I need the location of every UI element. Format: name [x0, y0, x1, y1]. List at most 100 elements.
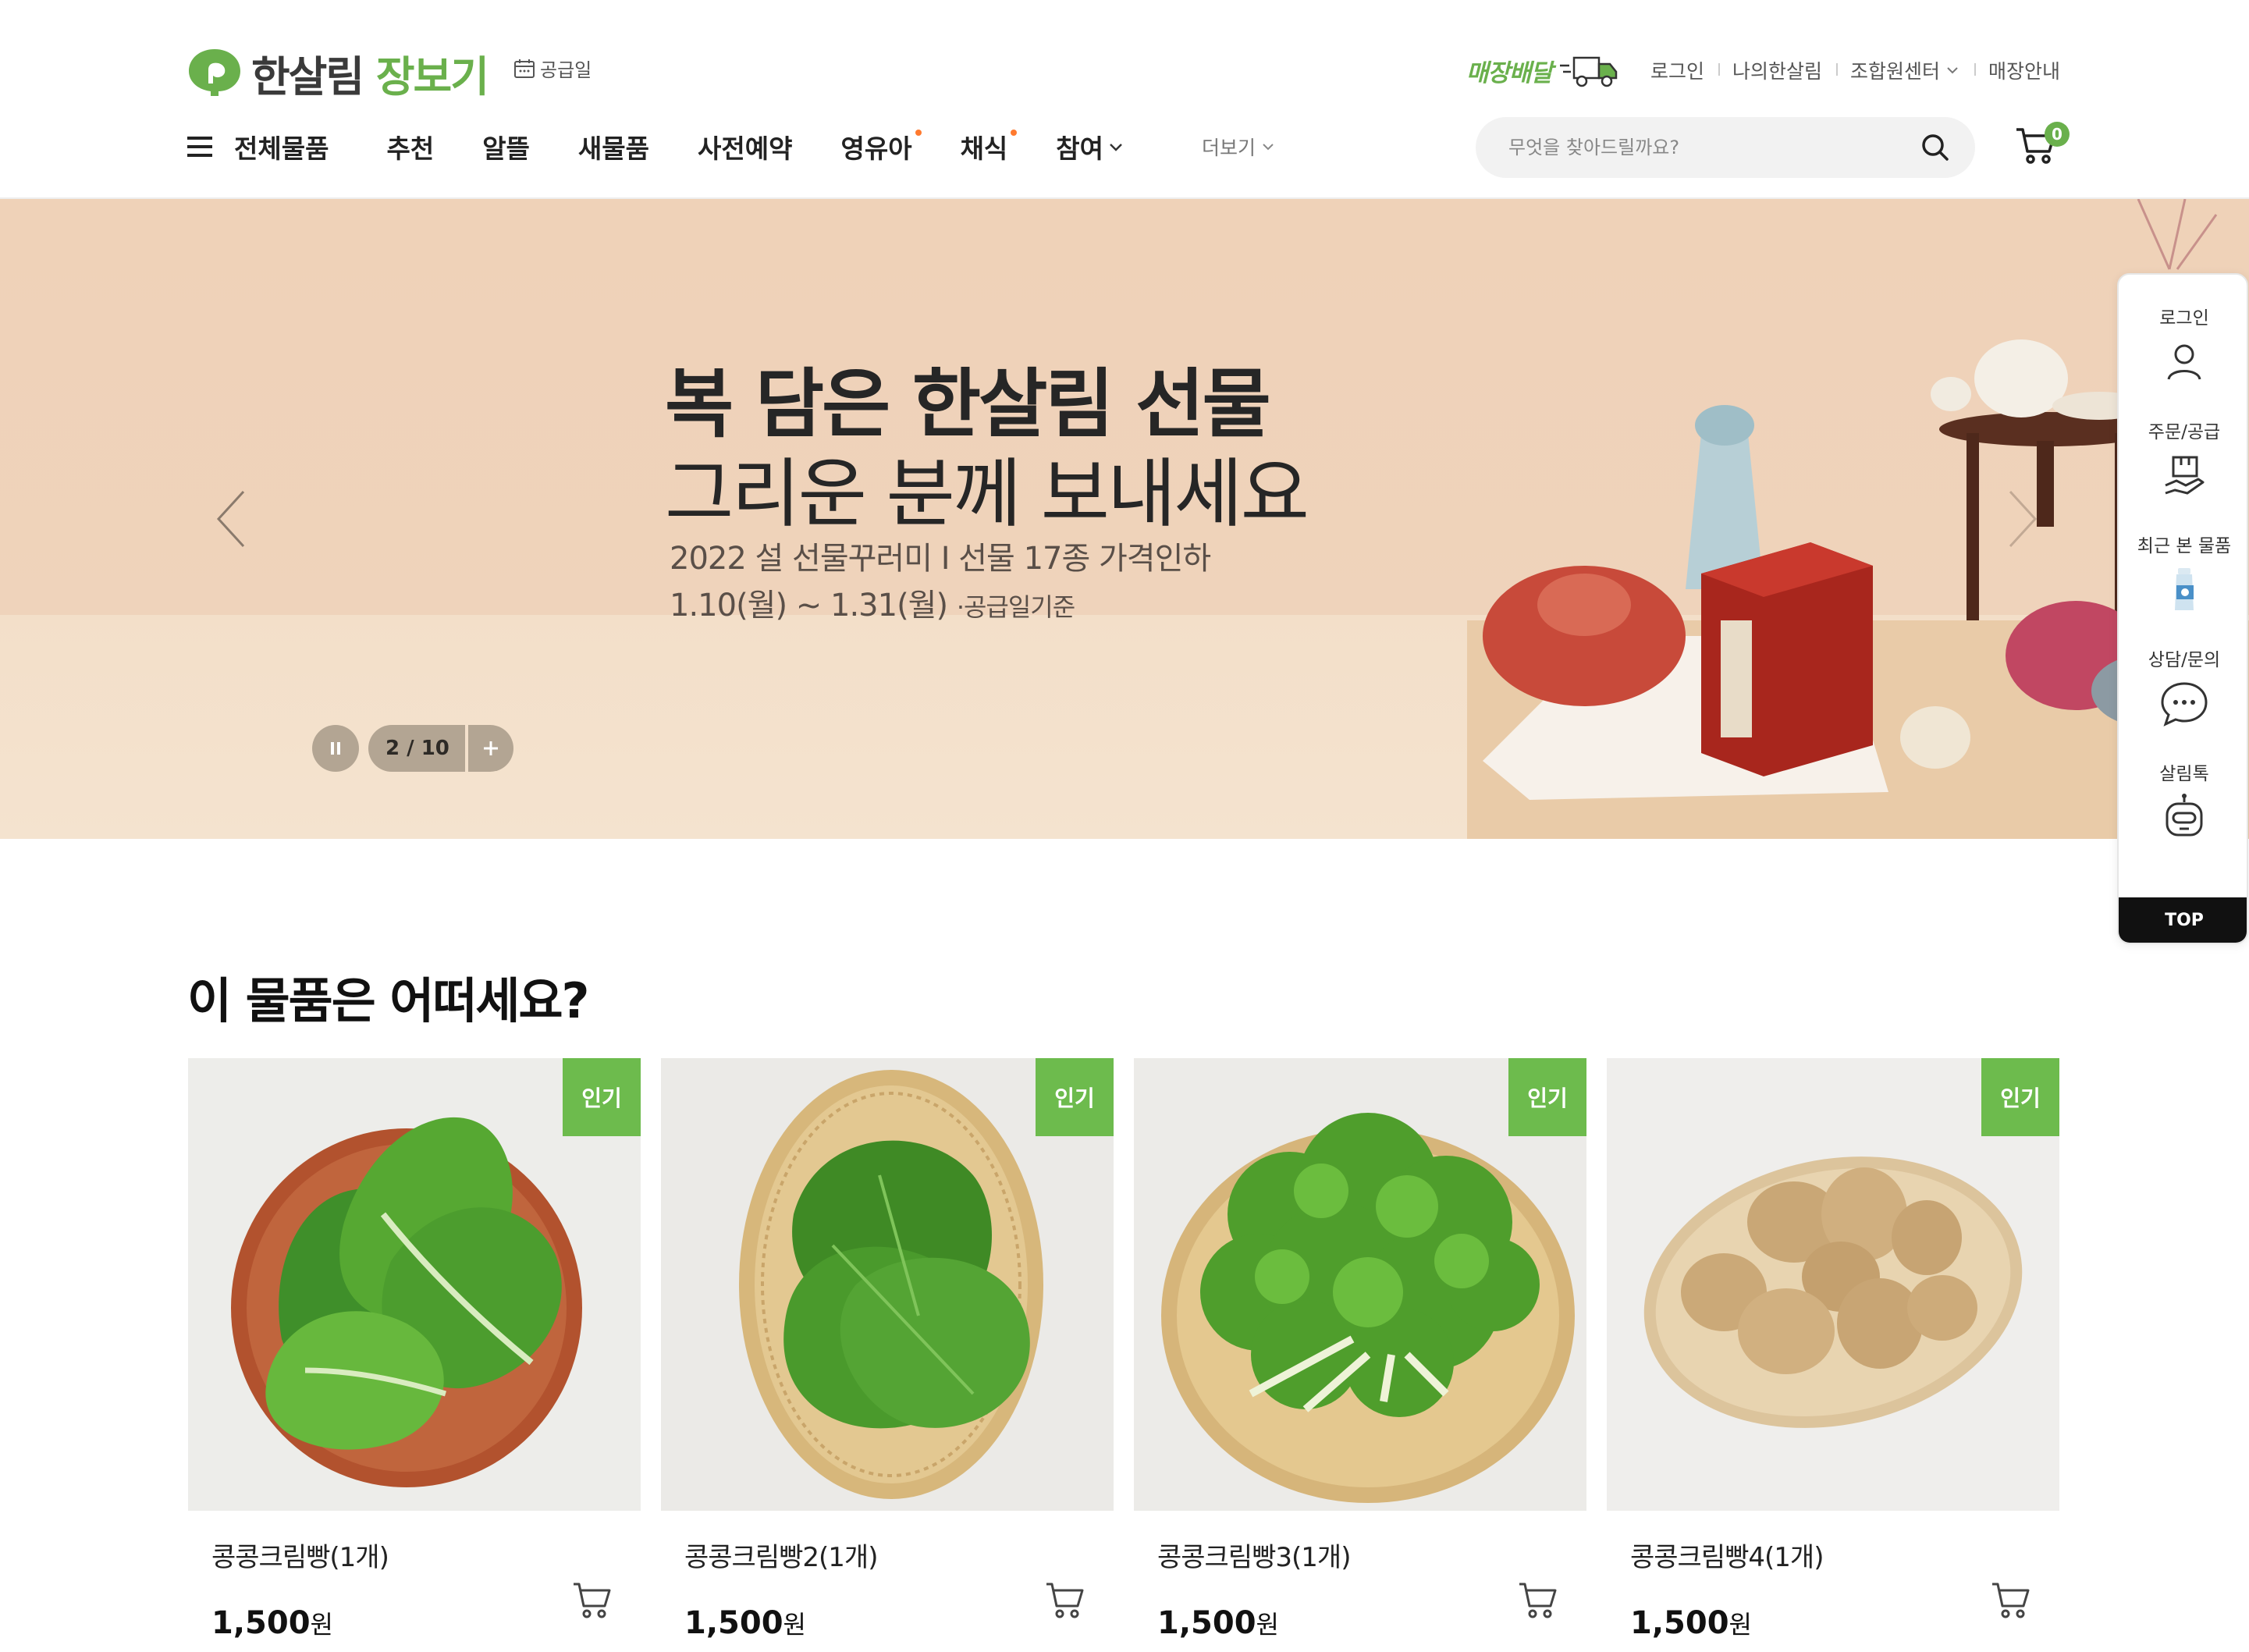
- quick-consult-label: 상담/문의: [2148, 650, 2221, 670]
- banner-next-button[interactable]: [1998, 484, 2045, 554]
- nav-more-dropdown[interactable]: 더보기: [1202, 133, 1276, 161]
- price-unit: 원: [310, 1610, 333, 1640]
- quick-consult[interactable]: 상담/문의: [2119, 645, 2247, 729]
- login-link[interactable]: 로그인: [1636, 56, 1718, 84]
- chevron-down-icon: [1947, 67, 1958, 74]
- nav-item-vegetarian[interactable]: 채식: [960, 128, 1018, 165]
- nav-item-recommend[interactable]: 추천: [386, 128, 434, 165]
- member-center-dropdown[interactable]: 조합원센터: [1835, 56, 1974, 84]
- quick-menu: 로그인 주문/공급 최근 본 물품 상담/문의 살림톡 TOP: [2117, 273, 2248, 944]
- add-to-cart-button[interactable]: [570, 1578, 614, 1622]
- banner-subtitle-line1: 2022 설 선물꾸러미 I 선물 17종 가격인하: [670, 541, 1211, 577]
- add-to-cart-button[interactable]: [1989, 1578, 2033, 1622]
- robot-chat-icon: [2166, 794, 2203, 837]
- nav-label: 영유아: [840, 133, 912, 164]
- banner-prev-button[interactable]: [209, 484, 256, 554]
- cart-icon: [1992, 1583, 2030, 1618]
- nav-more-label: 더보기: [1202, 137, 1256, 159]
- quick-salimtalk[interactable]: 살림톡: [2119, 758, 2247, 843]
- quick-salimtalk-label: 살림톡: [2159, 764, 2209, 784]
- new-dot-indicator: [1011, 130, 1018, 136]
- banner-title-line2: 그리운 분께 보내세요: [665, 450, 1309, 538]
- quick-order-label: 주문/공급: [2148, 422, 2221, 442]
- add-to-cart-button[interactable]: [1516, 1578, 1560, 1622]
- scroll-top-button[interactable]: TOP: [2119, 897, 2247, 943]
- nav-label: 채식: [960, 133, 1008, 164]
- chevron-down-icon: [1263, 144, 1274, 151]
- nav-item-new[interactable]: 새물품: [578, 128, 649, 165]
- product-list: 인기 콩콩크림빵(1개) 1,500원 인기 콩콩크림빵2(1개) 1,500원: [188, 1058, 2059, 1641]
- delivery-truck-icon: [1559, 56, 1618, 87]
- nav-label: 새물품: [577, 133, 650, 164]
- section-title: 이 물품은 어떠세요?: [187, 972, 589, 1029]
- store-delivery-label: 매장배달: [1466, 59, 1553, 87]
- logo[interactable]: 한살림 장보기: [187, 45, 489, 101]
- main-navigation: 전체물품 추천 알뜰 새물품 사전예약 영유아 채식 참여 더보기: [187, 125, 1276, 169]
- chevron-right-icon: [2009, 490, 2038, 548]
- popular-badge: 인기: [1036, 1058, 1114, 1136]
- product-image[interactable]: 인기: [1607, 1058, 2059, 1511]
- price-unit: 원: [783, 1610, 806, 1640]
- banner-subtitle-line2: 1.10(월) ~ 1.31(월) ·공급일기준: [670, 580, 1075, 625]
- search-input[interactable]: [1508, 137, 1919, 158]
- search-icon[interactable]: [1919, 131, 1952, 164]
- nav-all-products[interactable]: 전체물품: [234, 128, 329, 165]
- nav-label: 추천: [386, 133, 435, 164]
- search-bar: [1476, 117, 1975, 178]
- product-card[interactable]: 인기 콩콩크림빵4(1개) 1,500원: [1607, 1058, 2059, 1641]
- nav-item-infant[interactable]: 영유아: [840, 128, 922, 165]
- logo-text: 한살림 장보기: [251, 52, 489, 101]
- quick-recently-viewed[interactable]: 최근 본 물품: [2119, 531, 2247, 615]
- price-value: 1,500: [684, 1605, 783, 1641]
- price-value: 1,500: [1630, 1605, 1729, 1641]
- popular-badge: 인기: [1508, 1058, 1586, 1136]
- add-to-cart-button[interactable]: [1043, 1578, 1087, 1622]
- recent-product-thumbnail: [2175, 568, 2194, 610]
- supply-date-button[interactable]: 공급일: [512, 55, 592, 82]
- chat-bubble-icon: [2161, 682, 2208, 727]
- chevron-down-icon: [1110, 144, 1122, 151]
- product-image[interactable]: 인기: [188, 1058, 641, 1511]
- pause-icon: [331, 742, 340, 755]
- price-unit: 원: [1256, 1610, 1279, 1640]
- product-image[interactable]: 인기: [1134, 1058, 1586, 1511]
- product-name[interactable]: 콩콩크림빵3(1개): [1134, 1536, 1586, 1574]
- product-name[interactable]: 콩콩크림빵2(1개): [661, 1536, 1114, 1574]
- calendar-icon: [514, 59, 535, 78]
- quick-login-label: 로그인: [2159, 308, 2209, 329]
- store-delivery-link[interactable]: 매장배달: [1466, 52, 1619, 89]
- banner-date: 1.10(월) ~ 1.31(월): [670, 588, 948, 623]
- cart-icon: [1519, 1583, 1557, 1618]
- user-icon: [2167, 344, 2201, 380]
- popular-badge: 인기: [1981, 1058, 2059, 1136]
- product-card[interactable]: 인기 콩콩크림빵(1개) 1,500원: [188, 1058, 641, 1641]
- product-name[interactable]: 콩콩크림빵4(1개): [1607, 1536, 2059, 1574]
- view-all-slides-button[interactable]: [467, 725, 513, 772]
- delivery-box-hand-icon: [2165, 456, 2205, 495]
- product-card[interactable]: 인기 콩콩크림빵3(1개) 1,500원: [1134, 1058, 1586, 1641]
- hamburger-menu-icon[interactable]: [187, 137, 212, 157]
- quick-order-supply[interactable]: 주문/공급: [2119, 417, 2247, 501]
- quick-recent-label: 최근 본 물품: [2137, 536, 2232, 556]
- quick-login[interactable]: 로그인: [2119, 303, 2247, 387]
- nav-item-bargain[interactable]: 알뜰: [482, 128, 530, 165]
- cart-button[interactable]: 0: [2013, 122, 2070, 170]
- nav-label: 알뜰: [482, 133, 530, 164]
- banner-date-note: ·공급일기준: [956, 592, 1075, 622]
- pause-button[interactable]: [312, 725, 359, 772]
- cart-icon: [1046, 1583, 1084, 1618]
- my-hansalim-link[interactable]: 나의한살림: [1718, 56, 1836, 84]
- product-card[interactable]: 인기 콩콩크림빵2(1개) 1,500원: [661, 1058, 1114, 1641]
- utility-menu: 매장배달 로그인 나의한살림 조합원센터 매장안내: [1466, 52, 2060, 89]
- nav-label: 참여: [1056, 133, 1104, 164]
- member-center-label: 조합원센터: [1849, 60, 1940, 83]
- store-info-link[interactable]: 매장안내: [1974, 56, 2060, 84]
- price-value: 1,500: [1157, 1605, 1256, 1641]
- nav-item-preorder[interactable]: 사전예약: [698, 128, 792, 165]
- nav-label: 사전예약: [698, 133, 793, 164]
- main-banner[interactable]: 복 담은 한살림 선물 그리운 분께 보내세요 2022 설 선물꾸러미 I 선…: [0, 199, 2249, 839]
- nav-item-participate[interactable]: 참여: [1056, 128, 1125, 165]
- product-name[interactable]: 콩콩크림빵(1개): [188, 1536, 641, 1574]
- new-dot-indicator: [915, 130, 922, 136]
- product-image[interactable]: 인기: [661, 1058, 1114, 1511]
